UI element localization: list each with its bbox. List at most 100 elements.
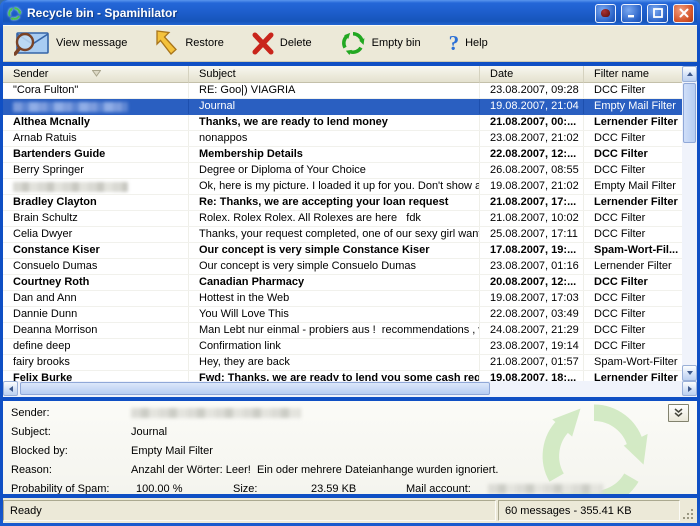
cell-filter: DCC Filter: [584, 131, 697, 146]
cell-date: 19.08.2007, 21:04: [480, 99, 584, 114]
close-button[interactable]: [673, 4, 694, 23]
status-message-count: 60 messages - 355.41 KB: [498, 500, 680, 521]
restore-label: Restore: [185, 37, 224, 49]
column-header-sender[interactable]: Sender: [3, 66, 189, 83]
table-row[interactable]: Dan and AnnHottest in the Web19.08.2007,…: [3, 291, 697, 307]
column-header-filter[interactable]: Filter name: [584, 66, 697, 83]
cell-filter: DCC Filter: [584, 291, 697, 306]
minimize-button[interactable]: [621, 4, 642, 23]
cell-filter: Spam-Wort-Fil...: [584, 243, 697, 258]
resize-grip[interactable]: [682, 500, 695, 521]
vertical-scrollbar[interactable]: [682, 66, 697, 381]
cell-date: 21.08.2007, 00:...: [480, 115, 584, 130]
table-row[interactable]: Courtney RothCanadian Pharmacy20.08.2007…: [3, 275, 697, 291]
table-row[interactable]: Ok, here is my picture. I loaded it up f…: [3, 179, 697, 195]
cell-subject: Thanks, your request completed, one of o…: [189, 227, 480, 242]
table-row[interactable]: Bartenders GuideMembership Details22.08.…: [3, 147, 697, 163]
cell-date: 19.08.2007, 17:03: [480, 291, 584, 306]
cell-subject: Hottest in the Web: [189, 291, 480, 306]
table-row[interactable]: Consuelo DumasOur concept is very simple…: [3, 259, 697, 275]
restore-button[interactable]: Restore: [152, 28, 227, 58]
minimize-icon: [627, 8, 637, 18]
cell-filter: Empty Mail Filter: [584, 179, 697, 194]
column-header-date[interactable]: Date: [480, 66, 584, 83]
table-row[interactable]: Bradley ClaytonRe: Thanks, we are accept…: [3, 195, 697, 211]
table-row[interactable]: fairy brooksHey, they are back21.08.2007…: [3, 355, 697, 371]
cell-subject: Re: Thanks, we are accepting your loan r…: [189, 195, 480, 210]
cell-filter: DCC Filter: [584, 163, 697, 178]
table-row[interactable]: Althea McnallyThanks, we are ready to le…: [3, 115, 697, 131]
collapse-details-button[interactable]: [668, 404, 689, 422]
size-value: 23.59 KB: [311, 483, 406, 494]
cell-subject: Our concept is very simple Constance Kis…: [189, 243, 480, 258]
vertical-scroll-thumb[interactable]: [683, 83, 696, 143]
titlebar-extra-button[interactable]: [595, 4, 616, 23]
cell-date: 21.08.2007, 01:57: [480, 355, 584, 370]
empty-bin-label: Empty bin: [372, 37, 421, 49]
horizontal-scroll-thumb[interactable]: [20, 382, 490, 395]
table-row[interactable]: Brain SchultzRolex. Rolex Rolex. All Rol…: [3, 211, 697, 227]
scroll-right-button[interactable]: [682, 381, 697, 396]
cell-subject: Fwd: Thanks, we are ready to lend you so…: [189, 371, 480, 381]
list-header: Sender Subject Date Filter name: [3, 66, 697, 83]
cell-subject: nonappos: [189, 131, 480, 146]
question-mark-icon: ?: [449, 32, 460, 54]
redacted-sender: [13, 102, 128, 112]
scroll-down-button[interactable]: [682, 365, 697, 381]
cell-sender: define deep: [3, 339, 189, 354]
help-button[interactable]: ? Help: [446, 30, 491, 56]
table-row[interactable]: Deanna MorrisonMan Lebt nur einmal - pro…: [3, 323, 697, 339]
table-row[interactable]: Dannie DunnYou Will Love This22.08.2007,…: [3, 307, 697, 323]
blocked-by-value: Empty Mail Filter: [131, 445, 213, 457]
table-row[interactable]: Berry SpringerDegree or Diploma of Your …: [3, 163, 697, 179]
table-row[interactable]: Constance KiserOur concept is very simpl…: [3, 243, 697, 259]
table-row[interactable]: Journal19.08.2007, 21:04Empty Mail Filte…: [3, 99, 697, 115]
delete-button[interactable]: Delete: [249, 29, 315, 57]
table-body: "Cora Fulton"RE: Goo|) VIAGRIA23.08.2007…: [3, 83, 697, 381]
empty-bin-button[interactable]: Empty bin: [337, 28, 424, 58]
mail-account-value-redacted: [488, 484, 603, 494]
toolbar: View message Restore Delete Empty bin ? …: [3, 25, 697, 62]
subject-value: Journal: [131, 426, 167, 438]
table-row[interactable]: Celia DwyerThanks, your request complete…: [3, 227, 697, 243]
cell-date: 23.08.2007, 09:28: [480, 83, 584, 98]
subject-label: Subject:: [11, 426, 131, 438]
horizontal-scrollbar[interactable]: [3, 381, 697, 397]
cell-subject: Membership Details: [189, 147, 480, 162]
envelope-magnifier-icon: [14, 29, 50, 56]
table-row[interactable]: define deepConfirmation link23.08.2007, …: [3, 339, 697, 355]
cell-sender: fairy brooks: [3, 355, 189, 370]
cell-sender: Althea Mcnally: [3, 115, 189, 130]
close-icon: [679, 8, 689, 18]
arrow-up-icon: [687, 69, 693, 76]
cell-subject: You Will Love This: [189, 307, 480, 322]
detail-row-stats: Probability of Spam: 100.00 % Size: 23.5…: [11, 480, 697, 495]
probability-label: Probability of Spam:: [11, 483, 136, 494]
table-row[interactable]: "Cora Fulton"RE: Goo|) VIAGRIA23.08.2007…: [3, 83, 697, 99]
cell-subject: Degree or Diploma of Your Choice: [189, 163, 480, 178]
scroll-left-button[interactable]: [3, 381, 18, 396]
cell-subject: Our concept is very simple Consuelo Duma…: [189, 259, 480, 274]
blocked-by-label: Blocked by:: [11, 445, 131, 457]
cell-date: 21.08.2007, 17:...: [480, 195, 584, 210]
cell-sender: Dan and Ann: [3, 291, 189, 306]
table-row[interactable]: Felix BurkeFwd: Thanks, we are ready to …: [3, 371, 697, 381]
column-header-subject[interactable]: Subject: [189, 66, 480, 83]
view-message-label: View message: [56, 37, 127, 49]
table-row[interactable]: Arnab Ratuisnonappos23.08.2007, 21:02DCC…: [3, 131, 697, 147]
chevron-double-down-icon: [673, 408, 684, 418]
maximize-button[interactable]: [647, 4, 668, 23]
cell-sender: Berry Springer: [3, 163, 189, 178]
cell-subject: Confirmation link: [189, 339, 480, 354]
cell-date: 22.08.2007, 03:49: [480, 307, 584, 322]
cell-sender: Arnab Ratuis: [3, 131, 189, 146]
view-message-button[interactable]: View message: [11, 27, 130, 58]
scroll-up-button[interactable]: [682, 66, 697, 82]
detail-row-sender: Sender:: [11, 404, 697, 423]
cell-sender: "Cora Fulton": [3, 83, 189, 98]
cell-date: 22.08.2007, 12:...: [480, 147, 584, 162]
titlebar[interactable]: Recycle bin - Spamihilator: [3, 0, 697, 25]
cell-sender: [3, 179, 189, 194]
cell-subject: Man Lebt nur einmal - probiers aus ! rec…: [189, 323, 480, 338]
cell-filter: DCC Filter: [584, 227, 697, 242]
